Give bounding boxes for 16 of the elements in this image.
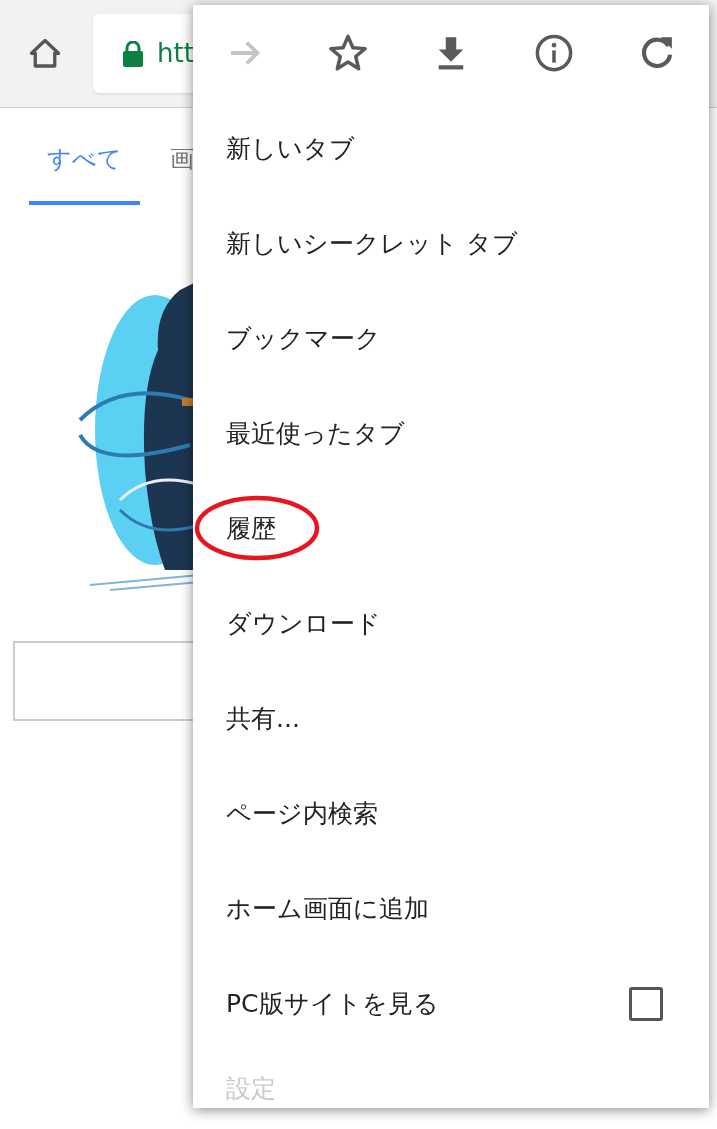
- tab[interactable]: 画: [170, 141, 194, 205]
- menu-item[interactable]: ページ内検索: [226, 801, 378, 826]
- menu-item[interactable]: 履歴: [226, 516, 276, 541]
- checkbox[interactable]: [629, 986, 663, 1021]
- menu-item[interactable]: PC版サイトを見る: [226, 991, 439, 1016]
- star-icon[interactable]: [326, 32, 369, 74]
- menu-item[interactable]: ホーム画面に追加: [226, 896, 429, 921]
- menu-item[interactable]: ブックマーク: [226, 326, 381, 351]
- lock-icon: [122, 40, 144, 67]
- menu-item[interactable]: 共有...: [226, 706, 300, 731]
- menu-item[interactable]: 最近使ったタブ: [226, 421, 405, 446]
- url-text: htt: [157, 37, 194, 70]
- menu-item[interactable]: 新しいシークレット タブ: [226, 231, 518, 256]
- menu-item[interactable]: 新しいタブ: [226, 136, 355, 161]
- tab[interactable]: すべて: [29, 141, 140, 205]
- menu-item[interactable]: ダウンロード: [226, 611, 381, 636]
